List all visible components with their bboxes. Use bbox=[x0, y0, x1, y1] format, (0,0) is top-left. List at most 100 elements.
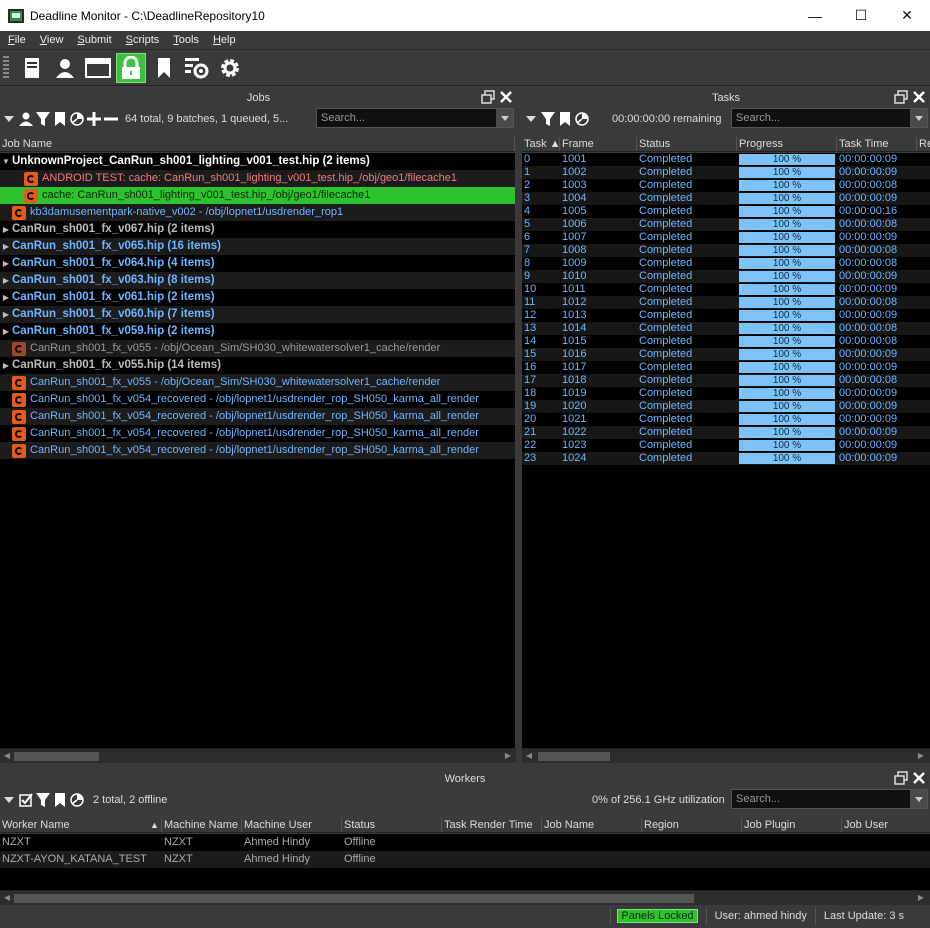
collapse-arrow-icon[interactable]: ▼ bbox=[0, 153, 12, 170]
task-row[interactable]: 20 1021 Completed 100 % 00:00:00:09 bbox=[522, 413, 930, 426]
expand-all-button[interactable] bbox=[85, 110, 102, 128]
tasks-search-dropdown[interactable] bbox=[910, 109, 927, 127]
task-row[interactable]: 22 1023 Completed 100 % 00:00:00:09 bbox=[522, 439, 930, 452]
machine-user-column-header[interactable]: Machine User bbox=[242, 818, 342, 832]
close-window-button[interactable]: ✕ bbox=[884, 0, 930, 31]
scroll-right-icon[interactable]: ▶ bbox=[503, 751, 513, 761]
scroll-right-icon[interactable]: ▶ bbox=[916, 751, 926, 761]
task-row[interactable]: 11 1012 Completed 100 % 00:00:00:08 bbox=[522, 296, 930, 309]
workers-panel-button[interactable] bbox=[50, 53, 80, 83]
workers-search-input[interactable]: Search... bbox=[731, 789, 928, 809]
job-row[interactable]: CanRun_sh001_fx_v054_recovered - /obj/lo… bbox=[0, 391, 515, 408]
task-row[interactable]: 6 1007 Completed 100 % 00:00:00:09 bbox=[522, 231, 930, 244]
task-row[interactable]: 4 1005 Completed 100 % 00:00:00:16 bbox=[522, 205, 930, 218]
task-row[interactable]: 23 1024 Completed 100 % 00:00:00:09 bbox=[522, 452, 930, 465]
job-group-row[interactable]: ▶ CanRun_sh001_fx_v063.hip (8 items) bbox=[0, 272, 515, 289]
jobs-search-input[interactable]: Search... bbox=[316, 108, 514, 128]
job-group-row[interactable]: ▶ CanRun_sh001_fx_v067.hip (2 items) bbox=[0, 221, 515, 238]
close-panel-icon[interactable] bbox=[499, 90, 513, 104]
job-name-column-header[interactable]: Job Name bbox=[542, 818, 642, 832]
task-row[interactable]: 2 1003 Completed 100 % 00:00:00:08 bbox=[522, 179, 930, 192]
region-column-header[interactable]: Region bbox=[642, 818, 742, 832]
workers-menu-dropdown[interactable] bbox=[0, 791, 17, 809]
expand-arrow-icon[interactable]: ▶ bbox=[0, 306, 12, 323]
sort-ascending-icon[interactable]: ▲ bbox=[148, 818, 162, 832]
job-row[interactable]: ANDROID TEST: cache: CanRun_sh001_lighti… bbox=[0, 170, 515, 187]
jobs-search-dropdown[interactable] bbox=[496, 109, 513, 127]
maximize-button[interactable]: ☐ bbox=[838, 0, 884, 31]
task-row[interactable]: 15 1016 Completed 100 % 00:00:00:09 bbox=[522, 348, 930, 361]
render-column-header[interactable]: Re bbox=[917, 137, 930, 151]
task-row[interactable]: 1 1002 Completed 100 % 00:00:00:09 bbox=[522, 166, 930, 179]
task-row[interactable]: 9 1010 Completed 100 % 00:00:00:09 bbox=[522, 270, 930, 283]
menu-submit[interactable]: Submit bbox=[69, 34, 117, 46]
worker-name-column-header[interactable]: Worker Name bbox=[0, 818, 148, 832]
task-row[interactable]: 18 1019 Completed 100 % 00:00:00:09 bbox=[522, 387, 930, 400]
workers-search-dropdown[interactable] bbox=[910, 790, 927, 808]
task-row[interactable]: 14 1015 Completed 100 % 00:00:00:08 bbox=[522, 335, 930, 348]
status-column-header[interactable]: Status bbox=[637, 137, 737, 151]
scroll-left-icon[interactable]: ◀ bbox=[524, 751, 534, 761]
task-row[interactable]: 3 1004 Completed 100 % 00:00:00:09 bbox=[522, 192, 930, 205]
workers-pie-chart-button[interactable] bbox=[68, 791, 85, 809]
close-panel-icon[interactable] bbox=[912, 90, 926, 104]
workers-filter-button[interactable] bbox=[34, 791, 51, 809]
status-column-header[interactable]: Status bbox=[342, 818, 442, 832]
job-row[interactable]: CanRun_sh001_fx_v054_recovered - /obj/lo… bbox=[0, 408, 515, 425]
jobs-scroll-thumb[interactable] bbox=[14, 752, 99, 761]
collapse-all-button[interactable] bbox=[102, 110, 119, 128]
jobs-bookmark-button[interactable] bbox=[51, 110, 68, 128]
task-row[interactable]: 7 1008 Completed 100 % 00:00:00:08 bbox=[522, 244, 930, 257]
options-button[interactable] bbox=[215, 53, 245, 83]
machine-name-column-header[interactable]: Machine Name bbox=[162, 818, 242, 832]
worker-row[interactable]: NZXT NZXT Ahmed Hindy Offline bbox=[0, 834, 930, 851]
menu-help[interactable]: Help bbox=[205, 34, 242, 46]
task-column-header[interactable]: Task ▲ bbox=[522, 137, 560, 151]
jobs-menu-dropdown[interactable] bbox=[0, 110, 17, 128]
task-row[interactable]: 16 1017 Completed 100 % 00:00:00:09 bbox=[522, 361, 930, 374]
float-panel-icon[interactable] bbox=[894, 90, 908, 104]
jobs-filter-button[interactable] bbox=[34, 110, 51, 128]
frame-column-header[interactable]: Frame bbox=[560, 137, 637, 151]
task-row[interactable]: 19 1020 Completed 100 % 00:00:00:09 bbox=[522, 400, 930, 413]
bookmark-button[interactable] bbox=[149, 53, 179, 83]
expand-arrow-icon[interactable]: ▶ bbox=[0, 221, 12, 238]
job-row[interactable]: CanRun_sh001_fx_v055 - /obj/Ocean_Sim/SH… bbox=[0, 340, 515, 357]
task-row[interactable]: 12 1013 Completed 100 % 00:00:00:09 bbox=[522, 309, 930, 322]
tasks-bookmark-button[interactable] bbox=[556, 110, 573, 128]
jobs-pie-chart-button[interactable] bbox=[68, 110, 85, 128]
menu-view[interactable]: View bbox=[32, 34, 70, 46]
task-row[interactable]: 10 1011 Completed 100 % 00:00:00:09 bbox=[522, 283, 930, 296]
worker-row[interactable]: NZXT-AYON_KATANA_TEST NZXT Ahmed Hindy Offl… bbox=[0, 851, 930, 868]
job-name-column-header[interactable]: Job Name bbox=[0, 137, 515, 151]
job-group-row[interactable]: ▶ CanRun_sh001_fx_v059.hip (2 items) bbox=[0, 323, 515, 340]
workers-scroll-thumb[interactable] bbox=[14, 894, 694, 903]
job-row[interactable]: cache: CanRun_sh001_lighting_v001_test.h… bbox=[0, 187, 515, 204]
job-settings-button[interactable] bbox=[182, 53, 212, 83]
job-group-row[interactable]: ▶ CanRun_sh001_fx_v061.hip (2 items) bbox=[0, 289, 515, 306]
menu-file[interactable]: File bbox=[0, 34, 32, 46]
tasks-pie-chart-button[interactable] bbox=[573, 110, 590, 128]
console-panel-button[interactable] bbox=[83, 53, 113, 83]
expand-arrow-icon[interactable]: ▶ bbox=[0, 289, 12, 306]
job-row[interactable]: kb3damusementpark-native_v002 - /obj/lop… bbox=[0, 204, 515, 221]
task-row[interactable]: 21 1022 Completed 100 % 00:00:00:09 bbox=[522, 426, 930, 439]
expand-arrow-icon[interactable]: ▶ bbox=[0, 272, 12, 289]
scroll-right-icon[interactable]: ▶ bbox=[916, 893, 926, 903]
float-panel-icon[interactable] bbox=[894, 771, 908, 785]
jobs-panel-button[interactable] bbox=[17, 53, 47, 83]
jobs-user-filter-button[interactable] bbox=[17, 110, 34, 128]
job-group-row[interactable]: ▶ CanRun_sh001_fx_v060.hip (7 items) bbox=[0, 306, 515, 323]
tasks-scroll-thumb[interactable] bbox=[538, 752, 610, 761]
menu-scripts[interactable]: Scripts bbox=[118, 34, 166, 46]
float-panel-icon[interactable] bbox=[481, 90, 495, 104]
job-row[interactable]: CanRun_sh001_fx_v054_recovered - /obj/lo… bbox=[0, 442, 515, 459]
task-row[interactable]: 17 1018 Completed 100 % 00:00:00:08 bbox=[522, 374, 930, 387]
task-row[interactable]: 5 1006 Completed 100 % 00:00:00:08 bbox=[522, 218, 930, 231]
scroll-left-icon[interactable]: ◀ bbox=[2, 751, 12, 761]
job-row[interactable]: CanRun_sh001_fx_v055 - /obj/Ocean_Sim/SH… bbox=[0, 374, 515, 391]
tasks-filter-button[interactable] bbox=[539, 110, 556, 128]
task-time-column-header[interactable]: Task Time bbox=[837, 137, 917, 151]
minimize-button[interactable]: — bbox=[792, 0, 838, 31]
job-group-row[interactable]: ▶ CanRun_sh001_fx_v055.hip (14 items) bbox=[0, 357, 515, 374]
